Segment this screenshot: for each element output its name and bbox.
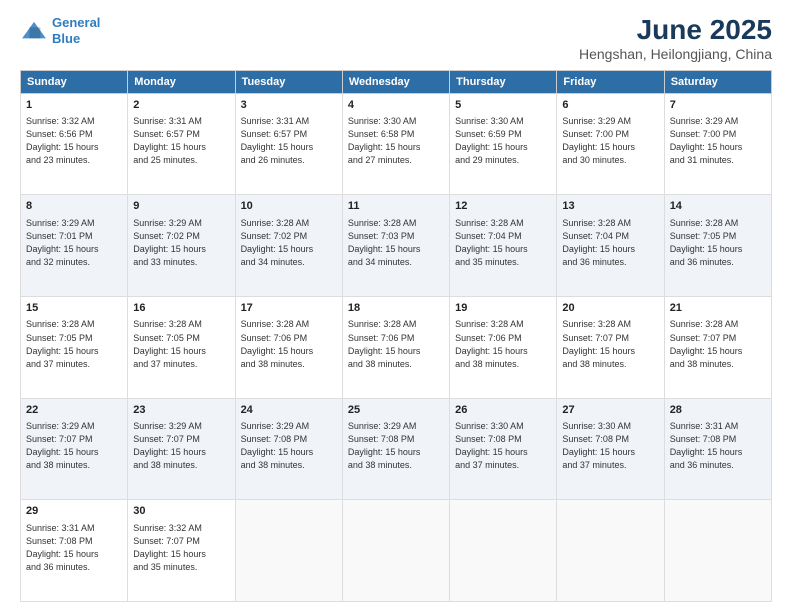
table-row	[342, 500, 449, 602]
table-row	[557, 500, 664, 602]
table-row: 1Sunrise: 3:32 AMSunset: 6:56 PMDaylight…	[21, 93, 128, 195]
table-row: 8Sunrise: 3:29 AMSunset: 7:01 PMDaylight…	[21, 195, 128, 297]
table-row: 24Sunrise: 3:29 AMSunset: 7:08 PMDayligh…	[235, 398, 342, 500]
calendar-week-5: 29Sunrise: 3:31 AMSunset: 7:08 PMDayligh…	[21, 500, 772, 602]
table-row: 23Sunrise: 3:29 AMSunset: 7:07 PMDayligh…	[128, 398, 235, 500]
col-friday: Friday	[557, 70, 664, 93]
table-row: 9Sunrise: 3:29 AMSunset: 7:02 PMDaylight…	[128, 195, 235, 297]
calendar-week-4: 22Sunrise: 3:29 AMSunset: 7:07 PMDayligh…	[21, 398, 772, 500]
col-sunday: Sunday	[21, 70, 128, 93]
logo-icon	[20, 20, 48, 42]
table-row: 21Sunrise: 3:28 AMSunset: 7:07 PMDayligh…	[664, 297, 771, 399]
table-row: 3Sunrise: 3:31 AMSunset: 6:57 PMDaylight…	[235, 93, 342, 195]
table-row: 17Sunrise: 3:28 AMSunset: 7:06 PMDayligh…	[235, 297, 342, 399]
calendar-week-1: 1Sunrise: 3:32 AMSunset: 6:56 PMDaylight…	[21, 93, 772, 195]
table-row: 10Sunrise: 3:28 AMSunset: 7:02 PMDayligh…	[235, 195, 342, 297]
table-row: 14Sunrise: 3:28 AMSunset: 7:05 PMDayligh…	[664, 195, 771, 297]
calendar-table: Sunday Monday Tuesday Wednesday Thursday…	[20, 70, 772, 602]
table-row: 7Sunrise: 3:29 AMSunset: 7:00 PMDaylight…	[664, 93, 771, 195]
table-row: 27Sunrise: 3:30 AMSunset: 7:08 PMDayligh…	[557, 398, 664, 500]
table-row: 22Sunrise: 3:29 AMSunset: 7:07 PMDayligh…	[21, 398, 128, 500]
table-row: 6Sunrise: 3:29 AMSunset: 7:00 PMDaylight…	[557, 93, 664, 195]
col-thursday: Thursday	[450, 70, 557, 93]
table-row: 19Sunrise: 3:28 AMSunset: 7:06 PMDayligh…	[450, 297, 557, 399]
header: General Blue June 2025 Hengshan, Heilong…	[20, 15, 772, 62]
table-row: 26Sunrise: 3:30 AMSunset: 7:08 PMDayligh…	[450, 398, 557, 500]
table-row: 16Sunrise: 3:28 AMSunset: 7:05 PMDayligh…	[128, 297, 235, 399]
table-row: 28Sunrise: 3:31 AMSunset: 7:08 PMDayligh…	[664, 398, 771, 500]
table-row: 18Sunrise: 3:28 AMSunset: 7:06 PMDayligh…	[342, 297, 449, 399]
table-row: 29Sunrise: 3:31 AMSunset: 7:08 PMDayligh…	[21, 500, 128, 602]
subtitle: Hengshan, Heilongjiang, China	[579, 46, 772, 62]
table-row	[235, 500, 342, 602]
logo-text: General Blue	[52, 15, 100, 46]
table-row	[664, 500, 771, 602]
table-row: 25Sunrise: 3:29 AMSunset: 7:08 PMDayligh…	[342, 398, 449, 500]
col-wednesday: Wednesday	[342, 70, 449, 93]
col-tuesday: Tuesday	[235, 70, 342, 93]
calendar-week-2: 8Sunrise: 3:29 AMSunset: 7:01 PMDaylight…	[21, 195, 772, 297]
logo-line2: Blue	[52, 31, 80, 46]
table-row: 20Sunrise: 3:28 AMSunset: 7:07 PMDayligh…	[557, 297, 664, 399]
main-title: June 2025	[579, 15, 772, 46]
table-row	[450, 500, 557, 602]
table-row: 12Sunrise: 3:28 AMSunset: 7:04 PMDayligh…	[450, 195, 557, 297]
logo-line1: General	[52, 15, 100, 30]
title-block: June 2025 Hengshan, Heilongjiang, China	[579, 15, 772, 62]
table-row: 15Sunrise: 3:28 AMSunset: 7:05 PMDayligh…	[21, 297, 128, 399]
page: General Blue June 2025 Hengshan, Heilong…	[0, 0, 792, 612]
table-row: 5Sunrise: 3:30 AMSunset: 6:59 PMDaylight…	[450, 93, 557, 195]
table-row: 2Sunrise: 3:31 AMSunset: 6:57 PMDaylight…	[128, 93, 235, 195]
table-row: 4Sunrise: 3:30 AMSunset: 6:58 PMDaylight…	[342, 93, 449, 195]
logo: General Blue	[20, 15, 100, 46]
calendar-header-row: Sunday Monday Tuesday Wednesday Thursday…	[21, 70, 772, 93]
table-row: 11Sunrise: 3:28 AMSunset: 7:03 PMDayligh…	[342, 195, 449, 297]
calendar-week-3: 15Sunrise: 3:28 AMSunset: 7:05 PMDayligh…	[21, 297, 772, 399]
col-monday: Monday	[128, 70, 235, 93]
col-saturday: Saturday	[664, 70, 771, 93]
table-row: 13Sunrise: 3:28 AMSunset: 7:04 PMDayligh…	[557, 195, 664, 297]
table-row: 30Sunrise: 3:32 AMSunset: 7:07 PMDayligh…	[128, 500, 235, 602]
